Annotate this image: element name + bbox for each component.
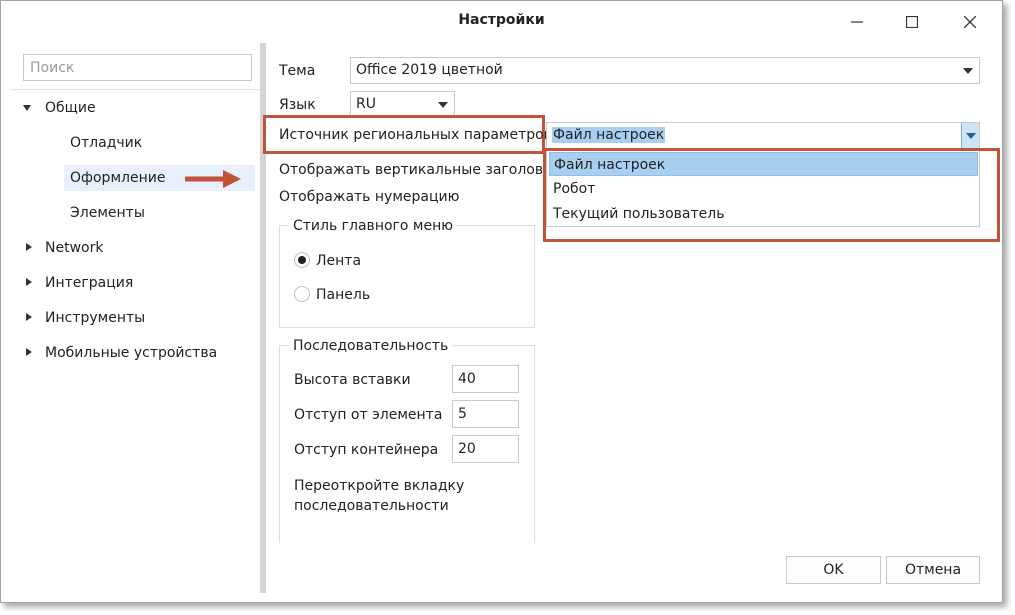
settings-dialog: Настройки Общие Отладчик Оформление Элем… xyxy=(0,0,1003,603)
collapse-icon[interactable] xyxy=(23,105,31,111)
sidebar-item-debugger[interactable]: Отладчик xyxy=(70,130,142,156)
dropdown-button[interactable] xyxy=(961,123,979,148)
language-value: RU xyxy=(356,96,376,112)
minimize-icon xyxy=(851,21,863,23)
group-title: Последовательность xyxy=(289,338,453,354)
sidebar-item-network[interactable]: Network xyxy=(45,235,103,261)
element-offset-label: Отступ от элемента xyxy=(294,407,443,423)
sidebar-item-integration[interactable]: Интеграция xyxy=(45,270,133,296)
numbering-label[interactable]: Отображать нумерацию xyxy=(279,189,459,205)
maximize-button[interactable] xyxy=(889,5,935,39)
chevron-down-icon xyxy=(966,133,976,139)
arrow-right-icon xyxy=(185,170,241,188)
theme-value: Office 2019 цветной xyxy=(356,62,503,78)
expand-icon[interactable] xyxy=(26,243,32,251)
regional-source-select[interactable]: Файл настроек xyxy=(546,122,980,149)
insert-height-label: Высота вставки xyxy=(294,372,411,388)
element-offset-input[interactable]: 5 xyxy=(452,400,519,428)
cancel-button[interactable]: Отмена xyxy=(886,556,980,584)
theme-select[interactable]: Office 2019 цветной xyxy=(350,57,980,84)
main-menu-style-group xyxy=(279,225,535,328)
insert-height-input[interactable]: 40 xyxy=(452,365,519,393)
expand-icon[interactable] xyxy=(26,348,32,356)
theme-label: Тема xyxy=(279,63,316,79)
search-input[interactable] xyxy=(23,54,252,81)
radio-panel[interactable] xyxy=(294,286,310,302)
container-offset-input[interactable]: 20 xyxy=(452,435,519,463)
title-bar: Настройки xyxy=(1,1,1002,43)
sidebar-item-general[interactable]: Общие xyxy=(45,95,96,121)
radio-label[interactable]: Панель xyxy=(316,287,370,303)
sidebar-item-label: Оформление xyxy=(70,170,166,186)
divider xyxy=(11,89,262,90)
minimize-button[interactable] xyxy=(834,5,880,39)
reopen-note: Переоткройте вкладку последовательности xyxy=(294,478,465,514)
chevron-down-icon xyxy=(963,68,973,74)
container-offset-label: Отступ контейнера xyxy=(294,442,439,458)
close-icon xyxy=(964,16,976,28)
sidebar-item-elements[interactable]: Элементы xyxy=(70,200,145,226)
vertical-headers-label[interactable]: Отображать вертикальные заголовки xyxy=(279,162,561,178)
ok-button[interactable]: OK xyxy=(786,556,881,584)
highlight-frame xyxy=(543,148,1000,242)
language-label: Язык xyxy=(279,97,316,113)
regional-source-value: Файл настроек xyxy=(552,127,666,143)
sidebar-item-tools[interactable]: Инструменты xyxy=(45,305,145,331)
sidebar-item-mobile-devices[interactable]: Мобильные устройства xyxy=(45,340,217,366)
regional-source-label: Источник региональных параметров xyxy=(279,127,552,143)
radio-label[interactable]: Лента xyxy=(316,253,361,269)
chevron-down-icon xyxy=(438,102,448,108)
maximize-icon xyxy=(906,16,918,28)
radio-ribbon[interactable] xyxy=(294,252,310,268)
language-select[interactable]: RU xyxy=(350,91,455,118)
expand-icon[interactable] xyxy=(26,313,32,321)
close-button[interactable] xyxy=(947,5,993,39)
group-title: Стиль главного меню xyxy=(289,218,458,234)
expand-icon[interactable] xyxy=(26,278,32,286)
